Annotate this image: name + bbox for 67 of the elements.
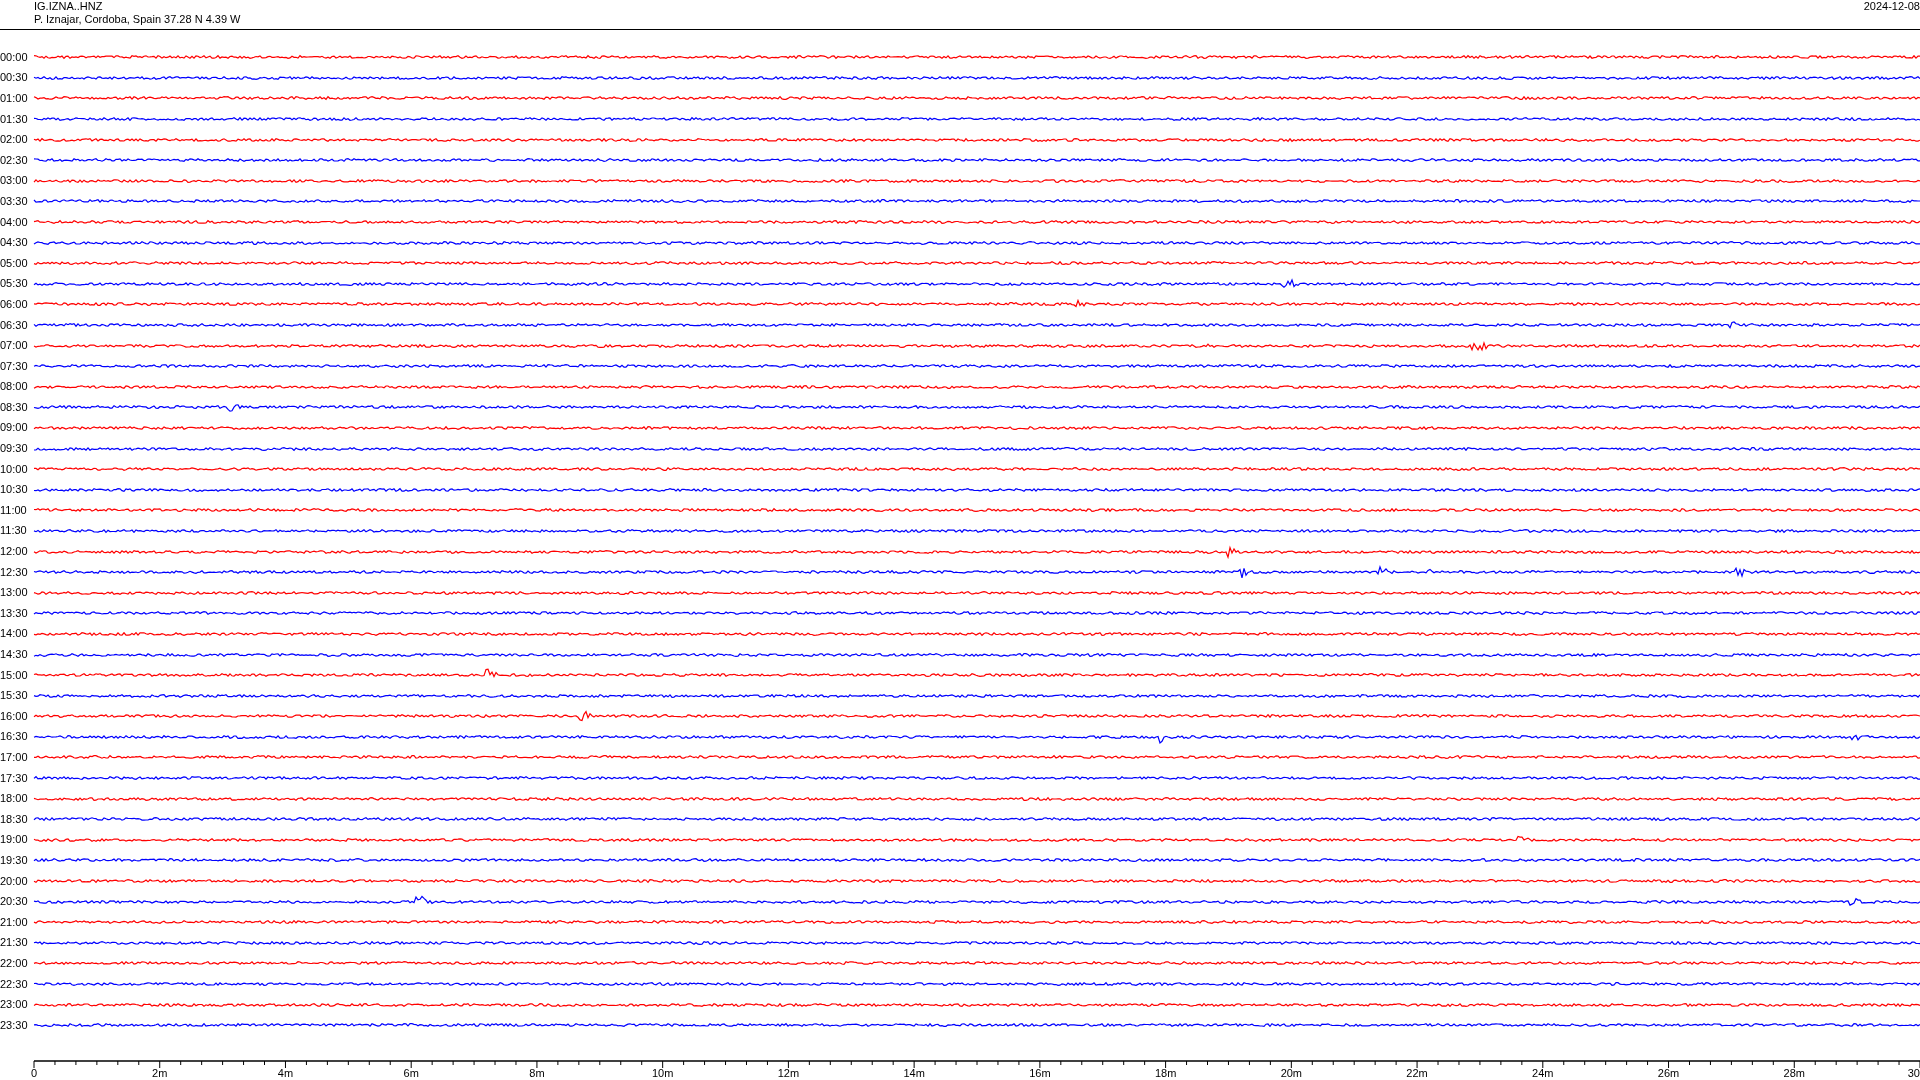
axis-label: 28m	[1783, 1066, 1805, 1079]
time-label: 07:30	[0, 359, 29, 373]
time-label: 11:30	[0, 524, 28, 538]
time-label: 03:30	[0, 194, 29, 208]
time-label: 19:00	[0, 833, 29, 847]
time-label: 04:00	[0, 215, 29, 229]
time-label: 20:30	[0, 895, 29, 909]
time-label: 10:30	[0, 483, 29, 497]
time-label: 15:30	[0, 689, 29, 703]
station-code: IG.IZNA..HNZ	[34, 0, 104, 13]
time-label: 02:00	[0, 133, 29, 147]
time-label: 16:00	[0, 709, 29, 723]
axis-label: 16m	[1029, 1066, 1051, 1079]
time-label: 19:30	[0, 853, 29, 867]
axis-label: 30	[1907, 1066, 1920, 1079]
time-label: 14:00	[0, 627, 29, 641]
time-label: 14:30	[0, 648, 29, 661]
axis-label: 4m	[277, 1066, 294, 1079]
time-label: 02:30	[0, 153, 29, 167]
time-label: 20:00	[0, 874, 29, 888]
time-label: 12:30	[0, 565, 29, 579]
time-label: 09:30	[0, 442, 29, 456]
axis-label: 24m	[1532, 1066, 1554, 1079]
time-label: 17:00	[0, 751, 29, 764]
date-label: 2024-12-08	[1863, 0, 1920, 13]
axis-label: 14m	[903, 1066, 925, 1079]
time-label: 22:00	[0, 956, 29, 970]
axis-label: 12m	[777, 1066, 800, 1079]
time-label: 04:30	[0, 236, 29, 250]
time-label: 17:30	[0, 771, 29, 785]
time-label: 13:30	[0, 606, 29, 620]
time-label: 05:30	[0, 277, 29, 291]
time-label: 07:00	[0, 339, 29, 353]
time-label: 03:00	[0, 174, 29, 188]
time-label: 09:00	[0, 421, 29, 435]
time-label: 01:30	[0, 112, 29, 126]
axis-label: 8m	[529, 1066, 545, 1079]
time-label: 01:00	[0, 92, 29, 105]
axis-label: 26m	[1657, 1066, 1680, 1079]
time-label: 23:00	[0, 998, 29, 1012]
time-label: 15:00	[0, 668, 29, 682]
axis-label: 0	[30, 1066, 38, 1079]
station-location: P. Iznajar, Cordoba, Spain 37.28 N 4.39 W	[34, 13, 241, 26]
axis-label: 18m	[1154, 1066, 1177, 1079]
time-label: 06:00	[0, 297, 29, 311]
time-label: 00:00	[0, 50, 29, 64]
time-label: 05:00	[0, 256, 29, 270]
axis-label: 2m	[152, 1066, 168, 1079]
axis-label: 22m	[1406, 1066, 1428, 1079]
time-label: 21:00	[0, 915, 29, 929]
axis-label: 6m	[403, 1066, 419, 1079]
axis-label: 20m	[1280, 1066, 1303, 1079]
time-label: 00:30	[0, 71, 29, 85]
time-label: 23:30	[0, 1018, 29, 1032]
time-label: 06:30	[0, 318, 29, 332]
time-label: 16:30	[0, 730, 29, 744]
time-label: 13:00	[0, 586, 29, 600]
axis-label: 10m	[651, 1066, 674, 1079]
time-label: 08:00	[0, 380, 29, 394]
time-label: 21:30	[0, 936, 29, 950]
time-label: 11:00	[0, 503, 28, 517]
time-label: 18:00	[0, 792, 29, 806]
time-label: 08:30	[0, 400, 29, 414]
time-label: 18:30	[0, 812, 29, 826]
time-label: 12:00	[0, 545, 29, 559]
time-label: 10:00	[0, 462, 29, 476]
time-label: 22:30	[0, 977, 29, 991]
